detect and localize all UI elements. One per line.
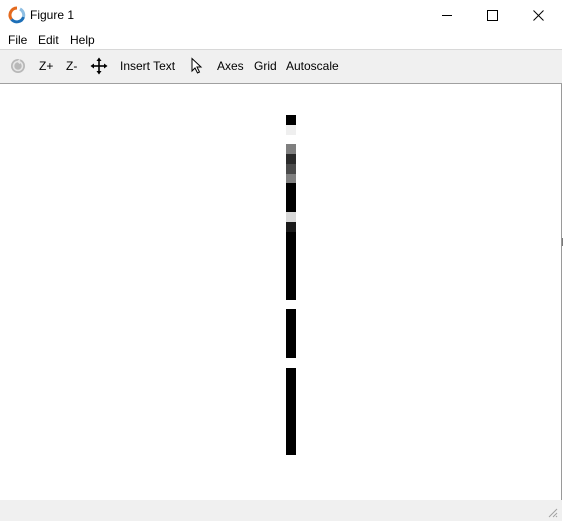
figure-toolbar: Z+ Z- Insert Text Axes Grid Autoscale — [0, 50, 562, 84]
close-icon — [532, 9, 544, 21]
image-pixel-block — [286, 154, 296, 164]
resize-grip-icon[interactable] — [546, 506, 558, 518]
image-pixel-block — [286, 144, 296, 154]
close-button[interactable] — [515, 0, 561, 30]
image-pixel-block — [286, 174, 296, 183]
image-pixel-block — [286, 222, 296, 232]
image-pixel-block — [286, 232, 296, 300]
insert-text-button[interactable]: Insert Text — [120, 59, 175, 73]
autoscale-button[interactable]: Autoscale — [286, 59, 339, 73]
rotate-icon[interactable] — [9, 57, 27, 75]
axes-button[interactable]: Axes — [217, 59, 244, 73]
zoom-in-button[interactable]: Z+ — [39, 59, 53, 73]
status-bar — [0, 500, 562, 521]
figure-canvas[interactable] — [0, 84, 561, 500]
title-bar[interactable]: Figure 1 — [0, 0, 562, 30]
figure-window: Figure 1 File Edit Help Z+ Z- Insert Tex… — [0, 0, 562, 521]
image-pixel-block — [286, 125, 296, 135]
image-pixel-block — [286, 212, 296, 222]
menu-edit[interactable]: Edit — [37, 32, 60, 48]
pan-arrows-icon[interactable] — [90, 57, 108, 75]
image-pixel-block — [286, 183, 296, 212]
menu-help[interactable]: Help — [69, 32, 96, 48]
image-pixel-block — [286, 309, 296, 358]
image-pixel-block — [286, 368, 296, 455]
menu-bar: File Edit Help — [0, 30, 562, 50]
zoom-out-button[interactable]: Z- — [66, 59, 77, 73]
pointer-arrow-icon[interactable] — [188, 57, 206, 75]
maximize-button[interactable] — [469, 0, 515, 30]
menu-file[interactable]: File — [7, 32, 28, 48]
image-pixel-block — [286, 115, 296, 125]
image-pixel-block — [286, 164, 296, 174]
octave-logo-icon — [8, 6, 26, 24]
grid-button[interactable]: Grid — [254, 59, 277, 73]
minimize-icon — [441, 14, 452, 16]
maximize-icon — [486, 9, 498, 21]
minimize-button[interactable] — [424, 0, 470, 30]
window-title: Figure 1 — [30, 8, 75, 22]
